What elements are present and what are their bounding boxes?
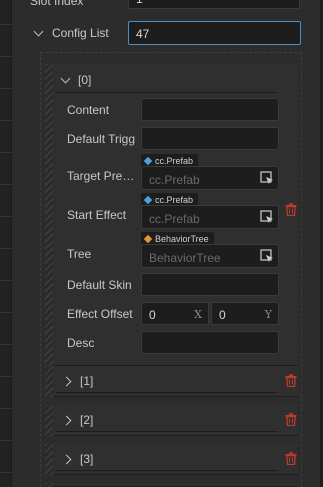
default-skin-row: Default Skin	[67, 277, 132, 293]
target-prefab-tag-text: cc.Prefab	[155, 155, 194, 166]
config-list-size-input[interactable]: 47	[128, 21, 301, 45]
y-axis-letter: Y	[264, 308, 272, 321]
desc-label: Desc	[67, 336, 95, 350]
start-effect-row: Start Effect	[67, 207, 126, 223]
tree-placeholder: BehaviorTree	[149, 251, 221, 265]
element-1-header[interactable]: [1]	[61, 373, 94, 389]
start-effect-tag-text: cc.Prefab	[155, 194, 194, 205]
gutter-tick	[0, 376, 12, 377]
effect-offset-row: Effect Offset	[67, 306, 133, 322]
start-effect-placeholder: cc.Prefab	[149, 212, 200, 226]
divider	[56, 431, 278, 432]
default-trigger-input[interactable]	[141, 127, 279, 150]
drag-handle[interactable]	[45, 483, 53, 487]
element-0-title: [0]	[78, 73, 92, 87]
gutter-tick	[0, 248, 12, 249]
drag-handle[interactable]	[45, 64, 53, 366]
gutter-tick	[0, 88, 12, 89]
default-skin-input[interactable]	[141, 273, 279, 296]
target-prefab-label: Target Pre…	[67, 169, 135, 183]
start-effect-label: Start Effect	[67, 208, 127, 222]
effect-offset-x-value: 0	[149, 308, 156, 322]
tree-asset-field[interactable]: BehaviorTree	[141, 244, 279, 268]
list-element-4[interactable]	[45, 483, 298, 487]
gutter-tick	[0, 56, 12, 57]
trash-icon[interactable]	[285, 203, 297, 216]
trash-icon[interactable]	[285, 374, 297, 387]
element-3-title: [3]	[80, 452, 94, 466]
slot-index-input[interactable]: 1	[128, 0, 300, 9]
gutter-tick	[0, 408, 12, 409]
desc-row: Desc	[67, 335, 94, 351]
chevron-right-icon[interactable]	[61, 415, 72, 425]
content-input[interactable]	[141, 98, 279, 121]
pick-target-icon[interactable]	[260, 210, 274, 224]
config-list-size-value: 47	[136, 27, 150, 41]
config-list-label: Config List	[52, 26, 109, 40]
gutter-tick	[0, 184, 12, 185]
effect-offset-y-value: 0	[219, 308, 226, 322]
gutter-tick	[0, 312, 12, 313]
chevron-right-icon[interactable]	[61, 376, 72, 386]
default-skin-label: Default Skin	[67, 278, 132, 292]
gutter-tick	[0, 120, 12, 121]
desc-input[interactable]	[141, 331, 279, 354]
gutter-tick	[0, 152, 12, 153]
x-axis-letter: X	[194, 308, 202, 321]
behavior-tree-icon	[143, 234, 153, 243]
element-1-title: [1]	[80, 374, 94, 388]
tree-row: Tree	[67, 246, 91, 262]
gutter-tick	[0, 440, 12, 441]
effect-offset-y-input[interactable]: 0 Y	[211, 302, 279, 325]
config-list-row[interactable]: Config List	[33, 25, 109, 41]
gutter-tick	[0, 24, 12, 25]
slot-index-value: 1	[136, 0, 143, 6]
content-row: Content	[67, 102, 109, 118]
target-prefab-placeholder: cc.Prefab	[149, 173, 200, 187]
drag-handle[interactable]	[45, 444, 53, 475]
target-prefab-row: Target Pre…	[67, 168, 139, 184]
gutter-tick	[0, 280, 12, 281]
trash-icon[interactable]	[285, 452, 297, 465]
slot-index-label: Slot Index	[30, 0, 84, 8]
pick-target-icon[interactable]	[260, 249, 274, 263]
chevron-right-icon[interactable]	[61, 454, 72, 464]
trash-icon[interactable]	[285, 413, 297, 426]
element-3-header[interactable]: [3]	[61, 451, 94, 467]
element-0-header[interactable]: [0]	[60, 72, 92, 88]
prefab-icon	[143, 156, 153, 165]
gutter-tick	[0, 344, 12, 345]
chevron-down-icon[interactable]	[33, 26, 44, 36]
divider	[56, 470, 278, 471]
pick-target-icon[interactable]	[260, 171, 274, 185]
tree-tag-text: BehaviorTree	[155, 233, 209, 244]
tree-label: Tree	[67, 247, 92, 261]
prefab-icon	[143, 195, 153, 204]
divider	[56, 392, 278, 393]
drag-handle[interactable]	[45, 366, 53, 397]
chevron-down-icon[interactable]	[60, 73, 71, 83]
content-label: Content	[67, 103, 110, 117]
gutter-tick	[0, 216, 12, 217]
target-prefab-asset-field[interactable]: cc.Prefab	[141, 166, 279, 190]
effect-offset-label: Effect Offset	[67, 307, 133, 321]
slot-index-row: Slot Index	[30, 0, 83, 8]
default-trigger-label: Default Trigg	[67, 132, 136, 146]
start-effect-asset-field[interactable]: cc.Prefab	[141, 205, 279, 229]
default-trigger-row: Default Trigg	[67, 131, 137, 147]
divider	[56, 92, 278, 93]
element-2-header[interactable]: [2]	[61, 412, 94, 428]
left-gutter	[0, 0, 12, 487]
element-2-title: [2]	[80, 413, 94, 427]
drag-handle[interactable]	[45, 405, 53, 436]
gutter-tick	[0, 472, 12, 473]
effect-offset-x-input[interactable]: 0 X	[141, 302, 209, 325]
